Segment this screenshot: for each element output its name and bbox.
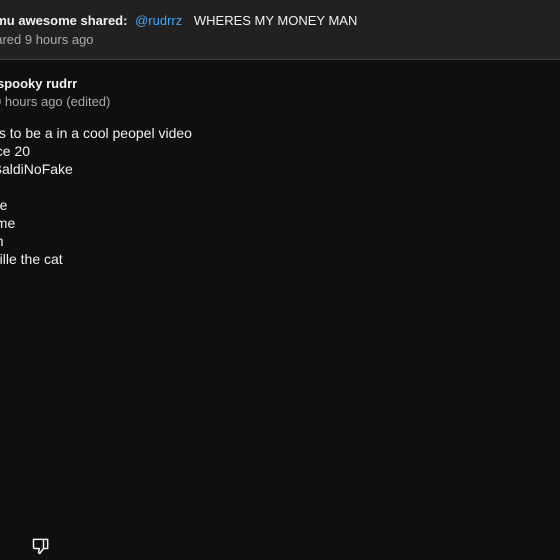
share-header: emu awesome shared: @rudrrz WHERES MY MO… <box>0 13 357 28</box>
post-line: his to be a in a cool peopel video <box>0 125 192 141</box>
post-author[interactable]: spooky rudrr <box>0 76 77 91</box>
share-author[interactable]: emu awesome shared: <box>0 13 127 28</box>
share-banner: emu awesome shared: @rudrrz WHERES MY MO… <box>0 0 560 60</box>
post-line: jr <box>0 178 192 196</box>
community-post-page: emu awesome shared: @rudrrz WHERES MY MO… <box>0 0 560 560</box>
post-body: his to be a in a cool peopel video ace 2… <box>0 124 192 268</box>
post-line: ome <box>0 215 16 231</box>
thumbs-down-icon <box>32 538 49 555</box>
post-timestamp[interactable]: 0 hours ago (edited) <box>0 94 110 109</box>
post-line: on <box>0 232 192 250</box>
post-line: me <box>0 197 8 213</box>
dislike-button[interactable] <box>30 535 52 557</box>
post-line: rBaldiNoFake <box>0 161 73 177</box>
share-timestamp: hared 9 hours ago <box>0 32 94 47</box>
post-line: ace 20 <box>0 143 31 159</box>
post-line: mille the cat <box>0 251 63 267</box>
share-mention-link[interactable]: @rudrrz <box>135 13 182 28</box>
share-message: WHERES MY MONEY MAN <box>193 13 358 28</box>
